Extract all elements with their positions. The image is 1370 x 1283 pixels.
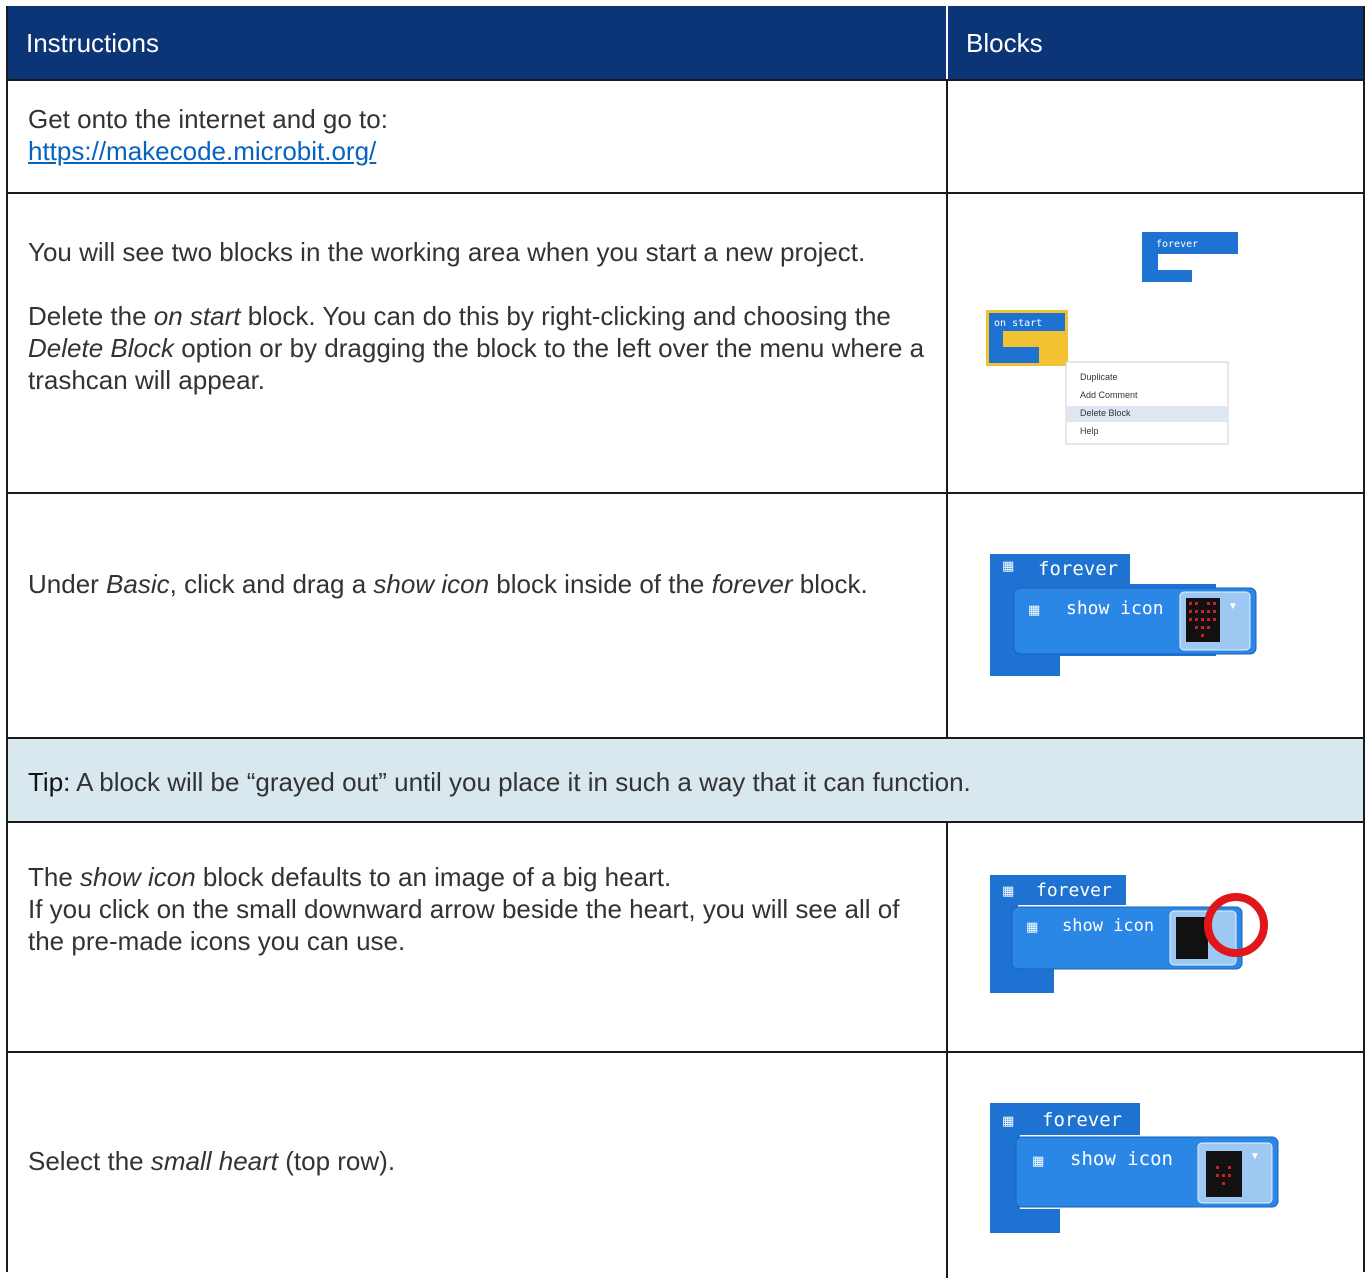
table-row: The show icon block defaults to an image… xyxy=(8,823,1363,1053)
instruction-paragraph: The show icon block defaults to an image… xyxy=(28,862,900,956)
grid-icon: ▦ xyxy=(1028,602,1040,617)
instruction-cell: The show icon block defaults to an image… xyxy=(8,823,948,1051)
blocks-screenshot-dropdown: ▦ forever ▦ show icon xyxy=(990,875,1268,993)
dropdown-arrow-icon: ▼ xyxy=(1228,601,1238,612)
on-start-block: on start xyxy=(986,310,1068,366)
grid-icon: ▦ xyxy=(1032,1153,1044,1168)
blocks-cell: ▦ forever ▦ show icon xyxy=(948,494,1363,737)
blocks-screenshot-delete: forever on start Duplicate Add Comment D xyxy=(986,232,1238,445)
show-icon-label: show icon xyxy=(1066,598,1164,619)
header-instructions-label: Instructions xyxy=(26,28,159,58)
instruction-cell: Get onto the internet and go to: https:/… xyxy=(8,81,948,192)
instruction-paragraph: You will see two blocks in the working a… xyxy=(28,237,866,267)
on-start-block-label: on start xyxy=(994,318,1042,329)
blocks-screenshot-show-icon: ▦ forever ▦ show icon ▼ xyxy=(990,554,1257,676)
show-icon-block: ▦ show icon ▼ xyxy=(1013,587,1257,655)
tip-label: Tip: xyxy=(28,767,71,797)
blocks-cell-empty xyxy=(948,81,1363,192)
instruction-paragraph: Select the small heart (top row). xyxy=(28,1146,396,1176)
instruction-paragraph: Under Basic, click and drag a show icon … xyxy=(28,569,868,599)
grid-icon: ▦ xyxy=(1026,919,1038,934)
blocks-screenshot-small-heart: ▦ forever ▦ show icon ▼ xyxy=(990,1103,1279,1233)
forever-label: forever xyxy=(1042,1109,1122,1131)
tip-text: Tip: A block will be “grayed out” until … xyxy=(28,767,971,797)
instruction-cell: Under Basic, click and drag a show icon … xyxy=(8,494,948,737)
table-header: Instructions Blocks xyxy=(8,6,1363,81)
grid-icon: ▦ xyxy=(1002,558,1014,573)
instruction-cell: You will see two blocks in the working a… xyxy=(8,194,948,492)
blocks-cell: ▦ forever ▦ show icon xyxy=(948,823,1363,1051)
menu-item-duplicate: Duplicate xyxy=(1080,372,1118,382)
table-row: Get onto the internet and go to: https:/… xyxy=(8,81,1363,194)
blocks-cell: forever on start Duplicate Add Comment D xyxy=(948,194,1363,492)
instruction-text: Get onto the internet and go to: xyxy=(28,104,388,134)
context-menu: Duplicate Add Comment Delete Block Help xyxy=(1065,361,1229,445)
show-icon-block: ▦ show icon ▼ xyxy=(1015,1136,1279,1208)
makecode-link[interactable]: https://makecode.microbit.org/ xyxy=(28,136,376,166)
tip-row: Tip: A block will be “grayed out” until … xyxy=(8,739,1363,823)
forever-label: forever xyxy=(1036,880,1112,901)
grid-icon: ▦ xyxy=(1002,883,1014,898)
forever-label: forever xyxy=(1038,558,1118,580)
forever-block: forever xyxy=(1142,232,1238,282)
menu-item-add-comment: Add Comment xyxy=(1080,390,1138,400)
led-heart-preview xyxy=(1176,917,1208,959)
show-icon-block: ▦ show icon xyxy=(1011,893,1268,970)
instruction-cell: Select the small heart (top row). xyxy=(8,1053,948,1278)
blocks-cell: ▦ forever ▦ show icon ▼ xyxy=(948,1053,1363,1278)
grid-icon: ▦ xyxy=(1002,1113,1014,1128)
menu-item-delete-block: Delete Block xyxy=(1080,408,1131,418)
header-blocks-label: Blocks xyxy=(966,28,1043,58)
show-icon-label: show icon xyxy=(1070,1148,1173,1170)
table-row: Select the small heart (top row). ▦ fore… xyxy=(8,1053,1363,1278)
table-row: Under Basic, click and drag a show icon … xyxy=(8,494,1363,739)
table-row: You will see two blocks in the working a… xyxy=(8,194,1363,494)
show-icon-label: show icon xyxy=(1062,916,1154,936)
dropdown-arrow-icon: ▼ xyxy=(1250,1151,1260,1162)
header-instructions: Instructions xyxy=(8,6,948,79)
menu-item-help: Help xyxy=(1080,426,1099,436)
instruction-paragraph: Delete the on start block. You can do th… xyxy=(28,301,925,395)
instruction-table: Instructions Blocks Get onto the interne… xyxy=(6,6,1365,1278)
header-blocks: Blocks xyxy=(948,6,1363,79)
forever-block-label: forever xyxy=(1156,239,1198,250)
